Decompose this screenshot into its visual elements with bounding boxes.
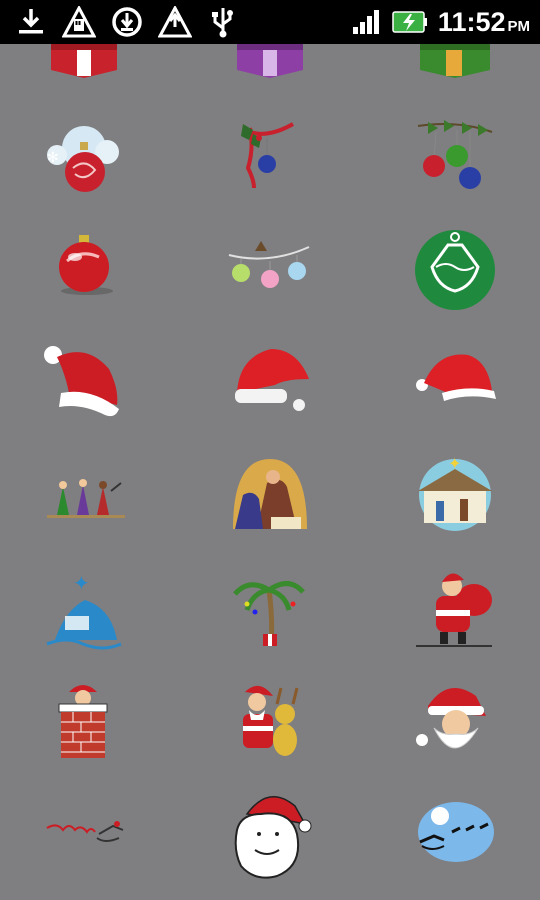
clipart-item[interactable] — [29, 445, 139, 545]
svg-text:✻: ✻ — [47, 150, 59, 166]
clipart-item[interactable] — [215, 8, 325, 78]
clipart-item[interactable] — [29, 215, 139, 315]
santa-face-icon — [416, 688, 486, 749]
santa-with-sack-icon — [416, 573, 492, 647]
nativity-stable-icon: ✦ — [418, 454, 492, 531]
clipart-item[interactable] — [400, 670, 510, 770]
santa-in-chimney-icon — [58, 685, 108, 758]
santa-with-reindeer-icon — [243, 685, 299, 756]
holly-ribbon-ornament-icon — [241, 122, 294, 189]
clipart-item[interactable] — [29, 8, 139, 78]
clipart-item[interactable] — [215, 560, 325, 660]
clipart-item[interactable] — [215, 215, 325, 315]
clipart-item[interactable] — [29, 670, 139, 770]
clipart-item[interactable] — [215, 445, 325, 545]
three-wise-men-icon — [47, 479, 125, 518]
red-ball-ornament-icon — [59, 235, 113, 295]
clipart-item[interactable] — [400, 335, 510, 435]
santa-hat-2-icon — [235, 349, 309, 411]
holy-family-icon — [233, 459, 307, 529]
clipart-item[interactable] — [400, 560, 510, 660]
gift-purple-icon — [237, 44, 303, 78]
snowy-ornament-icon: ✻ — [47, 126, 119, 192]
clipart-item[interactable] — [215, 670, 325, 770]
clipart-item[interactable] — [29, 780, 139, 880]
clipart-item[interactable]: ✻ — [29, 110, 139, 210]
green-ornament-badge-icon — [415, 230, 495, 310]
gift-red-icon — [51, 44, 117, 78]
clipart-grid: ✻ ✦ ✦ — [0, 0, 540, 900]
clipart-item[interactable] — [215, 335, 325, 435]
santa-hat-3-icon — [416, 354, 496, 401]
clipart-item[interactable] — [215, 780, 325, 880]
bethlehem-star-village-icon: ✦ — [46, 571, 122, 650]
svg-text:✦: ✦ — [73, 571, 90, 595]
sleigh-signature-icon — [46, 821, 124, 842]
clipart-item[interactable]: ✦ — [400, 445, 510, 545]
santa-head-line-art-icon — [234, 796, 312, 879]
sleigh-over-moon-icon — [418, 802, 494, 862]
christmas-palm-tree-icon — [233, 581, 305, 646]
clipart-item[interactable] — [215, 110, 325, 210]
clipart-item[interactable] — [29, 335, 139, 435]
clipart-item[interactable]: ✦ — [29, 560, 139, 660]
clipart-item[interactable] — [400, 215, 510, 315]
gift-green-icon — [420, 44, 490, 78]
three-ornaments-branch-icon — [417, 120, 493, 189]
santa-hat-1-icon — [44, 346, 119, 417]
clipart-item[interactable] — [400, 8, 510, 78]
clipart-item[interactable] — [400, 780, 510, 880]
clipart-item[interactable] — [400, 110, 510, 210]
hanging-ornaments-garland-icon — [228, 241, 310, 288]
svg-text:✦: ✦ — [448, 454, 461, 473]
